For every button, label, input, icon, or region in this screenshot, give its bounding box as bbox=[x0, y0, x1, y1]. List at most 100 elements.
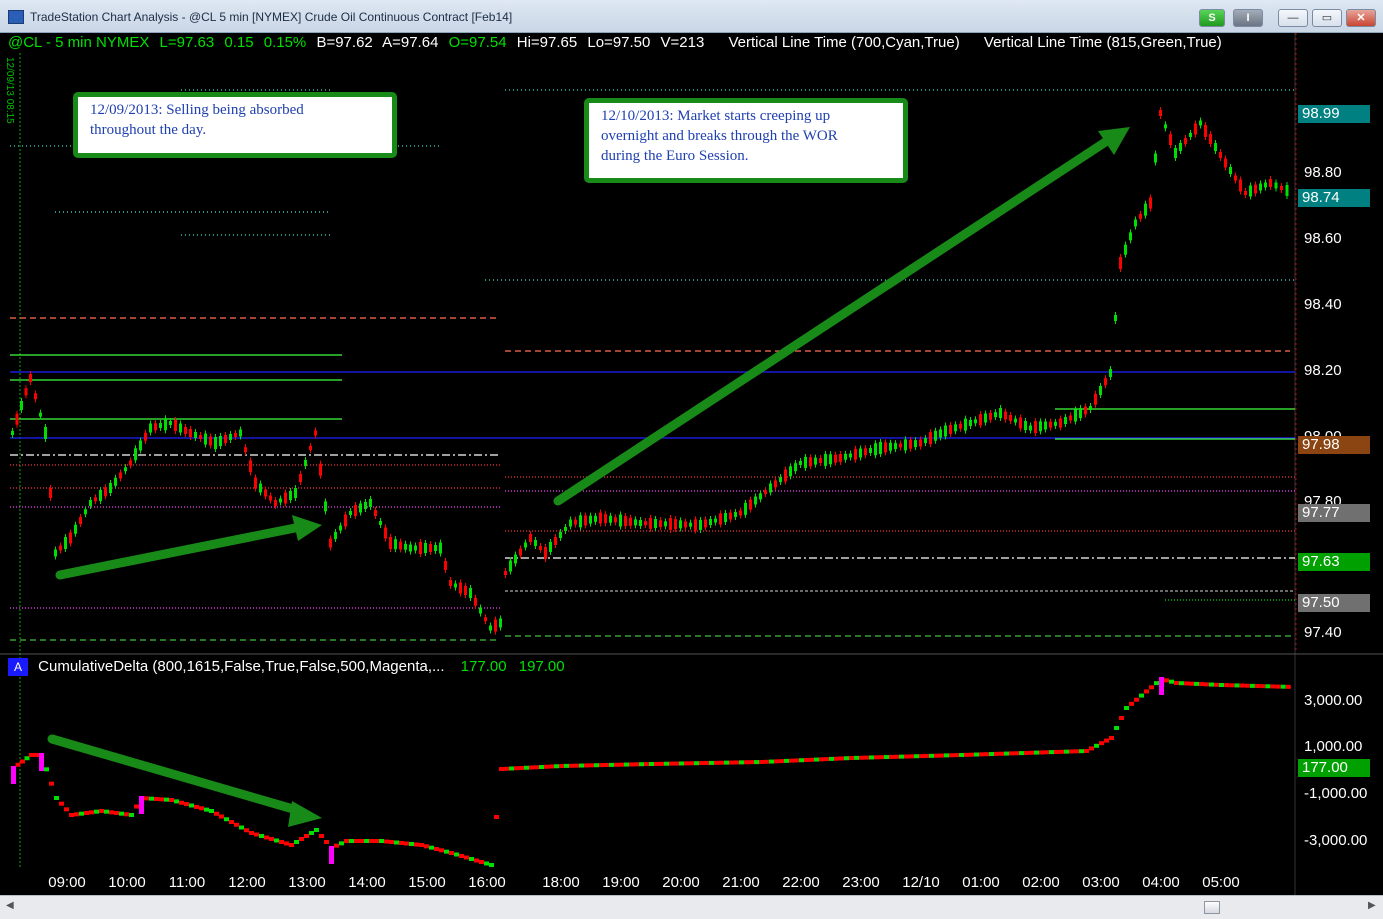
delta-bar bbox=[319, 834, 324, 838]
scrollbar-thumb[interactable] bbox=[1204, 901, 1220, 914]
delta-bar bbox=[84, 811, 89, 815]
time-tick: 03:00 bbox=[1082, 874, 1120, 891]
delta-bar bbox=[139, 796, 144, 814]
delta-bar bbox=[164, 797, 169, 802]
delta-bar bbox=[20, 759, 25, 764]
delta-bar bbox=[789, 758, 794, 763]
annotation-note-2[interactable]: 12/10/2013: Market starts creeping up ov… bbox=[584, 98, 908, 183]
annotation-note-1[interactable]: 12/09/2013: Selling being absorbed throu… bbox=[73, 92, 397, 158]
delta-bar bbox=[29, 753, 34, 757]
indicator-button[interactable]: I bbox=[1233, 9, 1263, 27]
delta-bar bbox=[64, 807, 69, 812]
delta-bar bbox=[994, 751, 999, 756]
delta-bar bbox=[839, 756, 844, 761]
maximize-button[interactable]: ▭ bbox=[1312, 9, 1342, 27]
indicator-name: CumulativeDelta (800,1615,False,True,Fal… bbox=[38, 658, 445, 675]
delta-bar bbox=[99, 809, 104, 813]
delta-bar bbox=[499, 767, 504, 771]
delta-bar bbox=[784, 758, 789, 763]
delta-bar bbox=[244, 828, 249, 833]
price-tick: 97.40 bbox=[1304, 624, 1342, 641]
delta-bar bbox=[1265, 684, 1271, 689]
delta-bar bbox=[384, 839, 389, 844]
delta-bar bbox=[1229, 683, 1235, 688]
delta-bar bbox=[504, 766, 509, 771]
delta-bar bbox=[1199, 682, 1204, 687]
time-tick: 18:00 bbox=[542, 874, 580, 891]
time-tick: 11:00 bbox=[168, 874, 206, 891]
delta-bar bbox=[399, 841, 404, 845]
delta-bar bbox=[54, 796, 59, 800]
delta-bar bbox=[189, 803, 194, 808]
delta-bar bbox=[329, 846, 334, 864]
delta-bar bbox=[274, 838, 279, 843]
scroll-right-icon[interactable]: ▶ bbox=[1368, 900, 1376, 911]
delta-bar bbox=[1234, 683, 1240, 688]
delta-bar bbox=[514, 766, 519, 771]
delta-bar bbox=[539, 765, 544, 769]
delta-bar bbox=[1270, 684, 1276, 689]
delta-bar bbox=[624, 762, 629, 767]
delta-bar bbox=[969, 752, 974, 757]
delta-bar bbox=[709, 760, 714, 765]
title-bar: TradeStation Chart Analysis - @CL 5 min … bbox=[0, 0, 1383, 33]
delta-bar bbox=[11, 766, 16, 784]
delta-bar bbox=[104, 809, 109, 814]
delta-bar bbox=[1285, 684, 1291, 689]
time-tick: 10:00 bbox=[108, 874, 146, 891]
symbol-label: @CL - 5 min NYMEX bbox=[8, 34, 150, 51]
delta-bar bbox=[1094, 743, 1099, 748]
delta-bar bbox=[1004, 751, 1009, 756]
delta-bar bbox=[344, 839, 349, 843]
delta-bar bbox=[144, 796, 149, 801]
delta-bar bbox=[15, 762, 21, 767]
ask-price: A=97.64 bbox=[382, 34, 439, 51]
delta-bar bbox=[1089, 746, 1094, 751]
delta-bar bbox=[919, 754, 924, 759]
indicator-icon[interactable]: A bbox=[8, 658, 28, 677]
delta-bar bbox=[24, 756, 30, 761]
delta-bar bbox=[314, 828, 319, 832]
delta-bar bbox=[294, 840, 299, 844]
delta-bar bbox=[1044, 750, 1049, 755]
scroll-left-icon[interactable]: ◀ bbox=[6, 900, 14, 911]
delta-bar bbox=[69, 813, 74, 817]
delta-bar bbox=[564, 763, 569, 768]
minimize-button[interactable]: — bbox=[1278, 9, 1308, 27]
delta-bar bbox=[634, 762, 639, 767]
delta-bar bbox=[1059, 749, 1064, 754]
delta-bar bbox=[1260, 684, 1266, 689]
delta-bar bbox=[1179, 681, 1184, 686]
delta-bar bbox=[1154, 681, 1159, 686]
delta-bar bbox=[159, 797, 164, 802]
delta-bar bbox=[944, 753, 949, 758]
strategy-button[interactable]: S bbox=[1199, 9, 1225, 27]
delta-bar bbox=[874, 755, 879, 760]
chart-area[interactable]: @CL - 5 min NYMEX L=97.63 0.15 0.15% B=9… bbox=[0, 33, 1383, 895]
delta-bar bbox=[854, 755, 859, 760]
last-price: L=97.63 bbox=[159, 34, 215, 51]
delta-bar bbox=[964, 752, 969, 757]
session-date-marker: 12/09/13 08:15 bbox=[4, 57, 15, 124]
delta-bar bbox=[1149, 685, 1154, 690]
delta-bar bbox=[259, 834, 264, 838]
delta-bar bbox=[224, 817, 229, 822]
delta-bar bbox=[669, 761, 674, 766]
delta-bar bbox=[1109, 736, 1114, 740]
delta-bar bbox=[619, 762, 624, 767]
close-button[interactable]: ✕ bbox=[1346, 9, 1376, 27]
delta-bar bbox=[174, 799, 179, 804]
net-change: 0.15 bbox=[224, 34, 254, 51]
price-label-brown: 97.98 bbox=[1298, 436, 1370, 454]
delta-bar bbox=[299, 837, 304, 841]
delta-bar bbox=[1019, 751, 1024, 756]
delta-bar bbox=[679, 761, 684, 766]
delta-bar bbox=[674, 761, 679, 766]
delta-bar bbox=[284, 841, 289, 846]
delta-bar bbox=[169, 798, 174, 802]
delta-bar bbox=[759, 760, 764, 764]
delta-tick: -1,000.00 bbox=[1304, 785, 1368, 802]
horizontal-scrollbar[interactable]: ◀ ▶ bbox=[0, 895, 1383, 919]
delta-bar bbox=[394, 840, 399, 845]
delta-bar bbox=[794, 758, 799, 763]
